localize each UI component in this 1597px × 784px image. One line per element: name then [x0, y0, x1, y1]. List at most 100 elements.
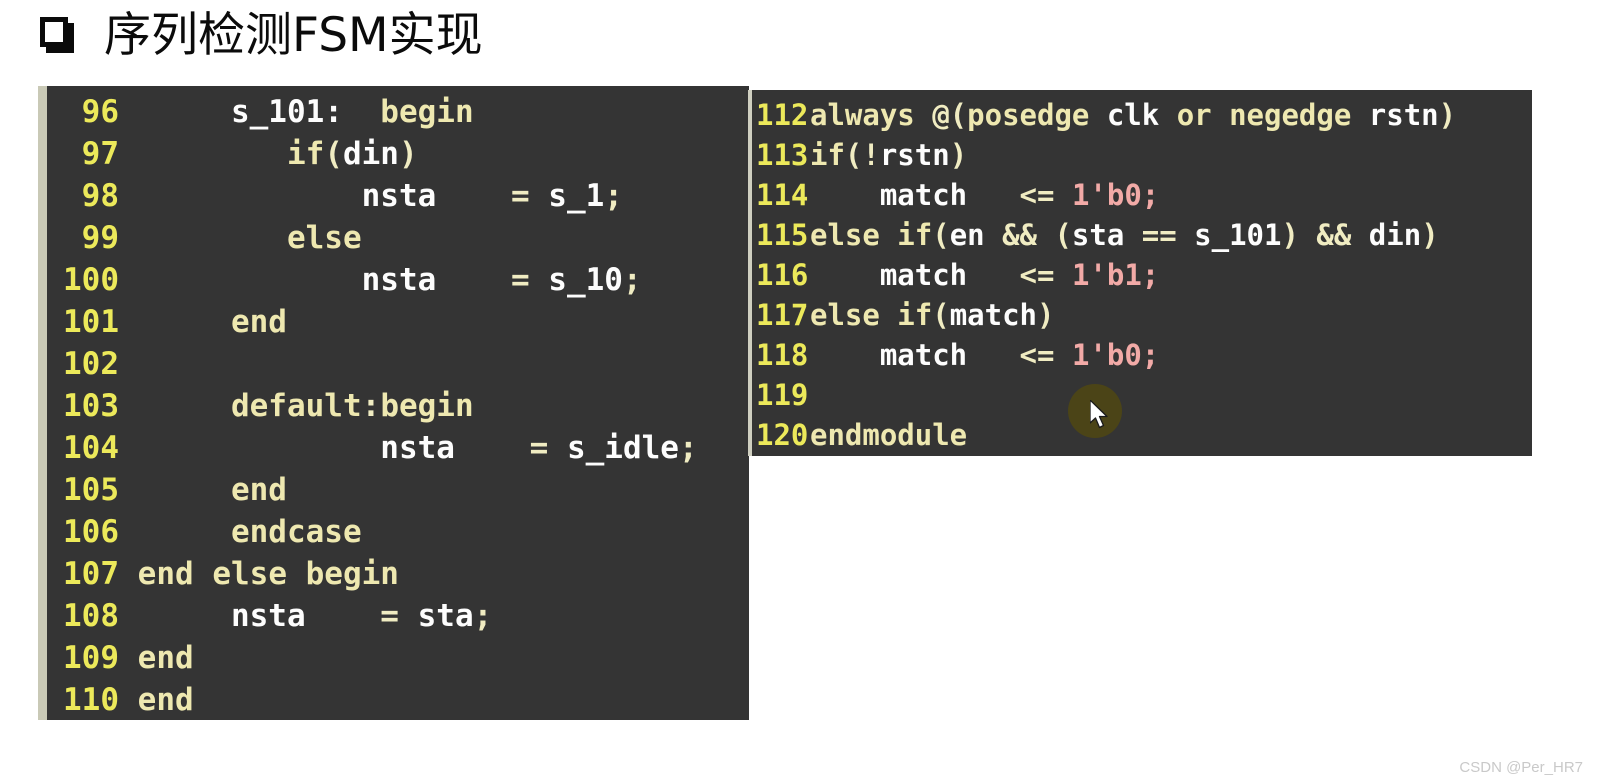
code-line: 113if(!rstn): [752, 135, 1532, 175]
code-line: 105 end: [47, 469, 749, 511]
slide-page: 序列检测FSM实现 96 s_101: begin 97 if(din) 98 ns…: [0, 0, 1597, 784]
line-number: 96: [81, 94, 119, 130]
line-number: 102: [63, 346, 119, 382]
code-token: or: [1176, 98, 1212, 132]
line-number: 117: [756, 298, 809, 332]
code-line: 115else if(en && (sta == s_101) && din): [752, 215, 1532, 255]
code-token: :: [361, 388, 381, 424]
code-token: <=: [1019, 338, 1055, 372]
code-token: default: [230, 388, 362, 424]
code-token: =: [510, 262, 530, 298]
code-token: nsta: [361, 178, 437, 214]
code-block-right[interactable]: 112always @(posedge clk or negedge rstn)…: [748, 90, 1532, 456]
code-token: s_101:: [230, 94, 343, 130]
code-token: (: [932, 298, 950, 332]
code-token: nsta: [361, 262, 437, 298]
code-token: sta: [1071, 218, 1125, 252]
code-token: if: [810, 138, 845, 172]
line-number: 107: [63, 556, 119, 592]
code-token: s_10: [548, 262, 623, 298]
code-token: always: [810, 98, 915, 132]
code-token: sta: [417, 598, 474, 634]
hollow-square-bullet-icon: [40, 17, 74, 53]
code-lines-right: 112always @(posedge clk or negedge rstn)…: [752, 90, 1532, 455]
code-line: 114 match <= 1'b0;: [752, 175, 1532, 215]
code-line: 117else if(match): [752, 295, 1532, 335]
code-line: 99 else: [47, 217, 749, 259]
code-token: ): [398, 136, 418, 172]
code-line: 101 end: [47, 301, 749, 343]
line-number: 97: [81, 136, 119, 172]
code-token: ;: [473, 598, 493, 634]
line-number: 116: [756, 258, 809, 292]
line-number: 105: [63, 472, 119, 508]
code-token: &&: [1002, 218, 1037, 252]
code-token: match: [879, 338, 968, 372]
code-token: &&: [1316, 218, 1352, 252]
line-number: 98: [81, 178, 119, 214]
code-line: 103 default:begin: [47, 385, 749, 427]
code-line: 108 nsta = sta;: [47, 595, 749, 637]
code-token: else: [286, 220, 362, 256]
line-number: 114: [756, 178, 809, 212]
code-token: match: [879, 178, 968, 212]
code-token: ): [1421, 218, 1439, 252]
code-line: 116 match <= 1'b1;: [752, 255, 1532, 295]
code-token: end else begin: [137, 556, 399, 592]
code-token: ): [1281, 218, 1317, 252]
code-token: endcase: [230, 514, 362, 550]
code-token: ): [1438, 98, 1457, 132]
code-token: <=: [1019, 178, 1055, 212]
code-token: <=: [1019, 258, 1055, 292]
line-number: 118: [756, 338, 809, 372]
code-token: ;: [1141, 338, 1160, 372]
code-token: 1'b1: [1071, 258, 1142, 292]
code-token: en: [949, 218, 985, 252]
code-token: (: [1037, 218, 1072, 252]
code-block-left[interactable]: 96 s_101: begin 97 if(din) 98 nsta = s_1; 9…: [38, 86, 749, 720]
code-token: ==: [1141, 218, 1177, 252]
code-token: @(: [914, 98, 968, 132]
code-token: if: [286, 136, 325, 172]
line-number: 101: [63, 304, 119, 340]
code-token: endmodule: [810, 418, 968, 452]
code-token: end: [137, 682, 194, 718]
code-line: 119: [752, 375, 1532, 415]
code-token: negedge: [1229, 98, 1352, 132]
code-token: match: [879, 258, 968, 292]
code-token: 1'b0: [1071, 338, 1142, 372]
code-line: 106 endcase: [47, 511, 749, 553]
code-token: s_idle: [566, 430, 679, 466]
code-line: 98 nsta = s_1;: [47, 175, 749, 217]
code-token: ;: [1141, 178, 1160, 212]
code-line: 96 s_101: begin: [47, 91, 749, 133]
code-token: =: [380, 598, 399, 634]
code-token: ;: [604, 178, 623, 214]
code-token: rstn: [879, 138, 950, 172]
code-token: ): [1037, 298, 1055, 332]
code-line: 107 end else begin: [47, 553, 749, 595]
watermark-text: CSDN @Per_HR7: [1459, 759, 1583, 776]
code-line: 104 nsta = s_idle;: [47, 427, 749, 469]
code-line: 118 match <= 1'b0;: [752, 335, 1532, 375]
code-token: (: [324, 136, 343, 172]
code-token: (!: [844, 138, 880, 172]
